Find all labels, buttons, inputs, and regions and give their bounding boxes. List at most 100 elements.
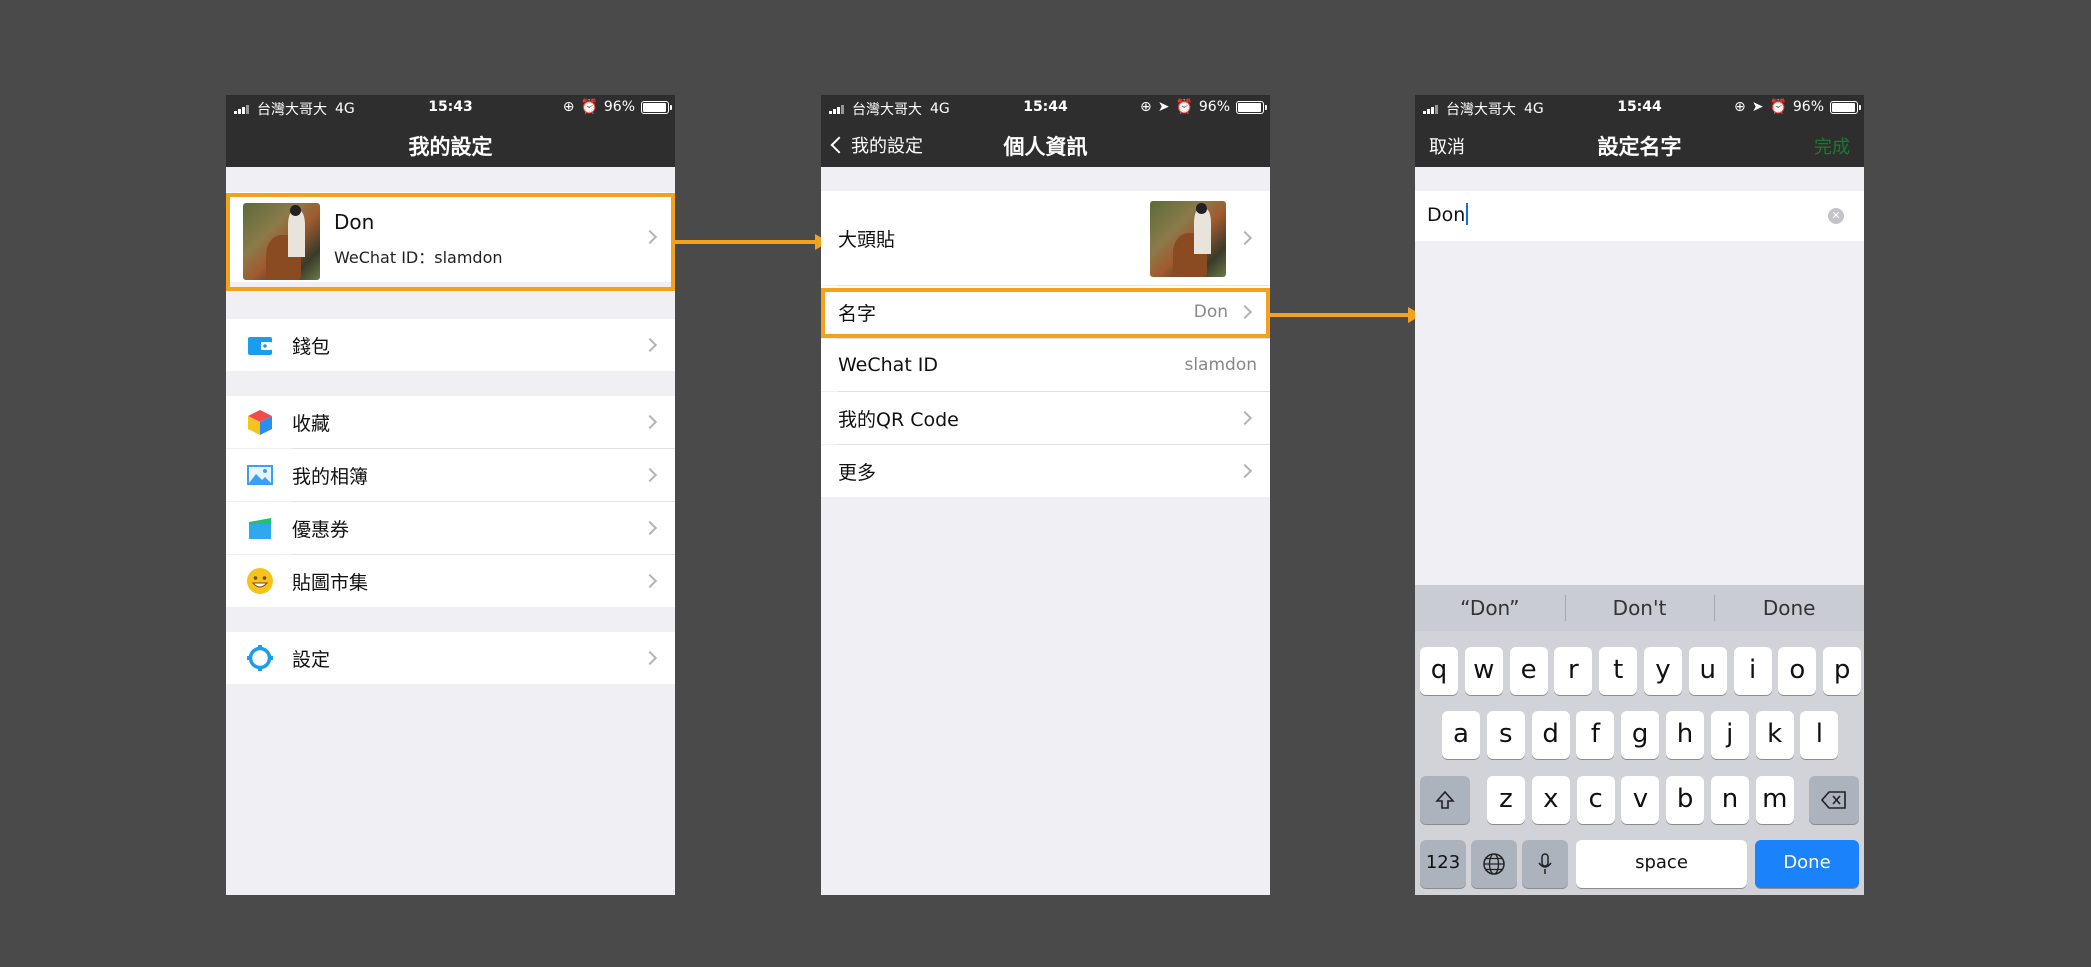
phone-screen-set-name: 台灣大哥大 4G 15:44 ⊕ ➤ ⏰ 96% 取消 設定名字 完成 Don … [1415, 95, 1864, 895]
key-letter[interactable]: a [1442, 711, 1480, 759]
done-nav-button[interactable]: 完成 [1814, 133, 1850, 159]
menu-item-coupons[interactable]: 優惠券 [226, 502, 675, 554]
row-wechat-id: WeChat ID slamdon [821, 339, 1270, 391]
key-letter[interactable]: o [1778, 647, 1817, 695]
phone-screen-personal-info: 台灣大哥大 4G 15:44 ⊕ ➤ ⏰ 96% 我的設定 個人資訊 大頭貼 名… [821, 95, 1270, 895]
key-letter[interactable]: x [1531, 776, 1570, 824]
key-letter[interactable]: m [1755, 776, 1794, 824]
flow-arrow [675, 234, 829, 250]
menu-item-label: 我的相簿 [292, 465, 369, 488]
chevron-right-icon [1237, 230, 1253, 246]
key-letter[interactable]: q [1420, 647, 1458, 695]
space-key[interactable]: space [1576, 840, 1747, 888]
row-qr-code[interactable]: 我的QR Code [821, 392, 1270, 444]
chevron-right-icon [1237, 410, 1253, 426]
battery-percent: 96% [1792, 99, 1824, 115]
key-letter[interactable]: i [1733, 647, 1772, 695]
row-label: 更多 [838, 461, 877, 484]
nav-bar: 取消 設定名字 完成 [1415, 119, 1864, 167]
key-letter[interactable]: k [1755, 711, 1794, 759]
location-arrow-icon: ➤ [1751, 99, 1764, 115]
key-letter[interactable]: p [1823, 647, 1862, 695]
nav-bar: 我的設定 [226, 119, 675, 167]
menu-item-favorites[interactable]: 收藏 [226, 396, 675, 448]
menu-item-label: 收藏 [292, 412, 331, 435]
chevron-right-icon [642, 337, 658, 353]
favorites-cube-icon [248, 410, 272, 435]
key-letter[interactable]: w [1464, 647, 1503, 695]
menu-item-album[interactable]: 我的相簿 [226, 449, 675, 501]
profile-row[interactable]: Don WeChat ID：slamdon [226, 192, 675, 282]
status-bar: 台灣大哥大 4G 15:44 ⊕ ➤ ⏰ 96% [821, 95, 1270, 119]
chevron-right-icon [642, 229, 658, 245]
key-letter[interactable]: f [1576, 711, 1615, 759]
name-input[interactable]: Don ✕ [1415, 191, 1864, 241]
key-letter[interactable]: v [1621, 776, 1660, 824]
backspace-key[interactable] [1809, 776, 1859, 824]
rotation-lock-icon: ⊕ [562, 99, 575, 115]
row-profile-photo[interactable]: 大頭貼 [821, 191, 1270, 285]
key-letter[interactable]: j [1710, 711, 1749, 759]
alarm-icon: ⏰ [1769, 99, 1787, 115]
ios-keyboard: “Don” Don't Done qwertyuiop asdfghjkl zxcv… [1415, 585, 1864, 895]
text-cursor [1466, 203, 1469, 225]
suggestion-item[interactable]: “Don” [1415, 585, 1565, 631]
row-value: Don [1193, 302, 1228, 322]
suggestion-item[interactable]: Don't [1564, 585, 1715, 631]
row-label: 大頭貼 [838, 228, 896, 251]
settings-gear-icon [247, 645, 273, 671]
menu-item-label: 貼圖市集 [292, 571, 369, 594]
flow-arrow [1270, 307, 1422, 323]
chevron-right-icon [642, 650, 658, 666]
key-letter[interactable]: b [1666, 776, 1705, 824]
key-letter[interactable]: s [1486, 711, 1525, 759]
page-title: 我的設定 [408, 135, 493, 159]
name-input-value: Don [1427, 204, 1466, 226]
key-letter[interactable]: g [1621, 711, 1660, 759]
shift-key[interactable] [1420, 776, 1470, 824]
status-bar: 台灣大哥大 4G 15:43 ⊕ ⏰ 96% [226, 95, 675, 119]
key-letter[interactable]: t [1599, 647, 1638, 695]
battery-icon [641, 100, 672, 114]
battery-percent: 96% [603, 99, 635, 115]
key-letter[interactable]: u [1688, 647, 1727, 695]
coupon-icon [249, 518, 271, 539]
chevron-right-icon [642, 573, 658, 589]
key-letter[interactable]: h [1666, 711, 1704, 759]
done-key[interactable]: Done [1755, 840, 1859, 888]
menu-item-settings[interactable]: 設定 [226, 632, 675, 684]
page-title: 個人資訊 [1003, 135, 1088, 159]
key-letter[interactable]: z [1487, 776, 1525, 824]
phone-screen-my-settings: 台灣大哥大 4G 15:43 ⊕ ⏰ 96% 我的設定 Don WeChat I… [226, 95, 675, 895]
menu-item-wallet[interactable]: 錢包 [226, 319, 675, 371]
key-letter[interactable]: e [1509, 647, 1548, 695]
menu-item-label: 設定 [292, 648, 331, 671]
key-letter[interactable]: d [1531, 711, 1570, 759]
globe-key[interactable] [1471, 840, 1517, 888]
row-label: WeChat ID [838, 354, 939, 376]
microphone-icon [1538, 853, 1552, 874]
key-letter[interactable]: n [1711, 776, 1749, 824]
rotation-lock-icon: ⊕ [1139, 99, 1152, 115]
battery-icon [1236, 100, 1267, 114]
sticker-smiley-icon [247, 568, 273, 594]
row-label: 我的QR Code [838, 408, 959, 431]
clear-text-icon[interactable]: ✕ [1828, 208, 1844, 224]
row-value: slamdon [1184, 355, 1257, 375]
row-label: 名字 [838, 302, 877, 325]
row-more[interactable]: 更多 [821, 445, 1270, 497]
key-letter[interactable]: c [1576, 776, 1615, 824]
key-letter[interactable]: y [1644, 647, 1682, 695]
battery-icon [1830, 100, 1861, 114]
wallet-icon [248, 337, 272, 355]
shift-arrow-icon [1435, 790, 1455, 809]
suggestion-item[interactable]: Done [1714, 585, 1864, 631]
numbers-key[interactable]: 123 [1420, 840, 1466, 888]
menu-item-stickers[interactable]: 貼圖市集 [226, 555, 675, 607]
key-letter[interactable]: l [1800, 711, 1839, 759]
dictation-key[interactable] [1522, 840, 1568, 888]
key-letter[interactable]: r [1554, 647, 1593, 695]
row-name[interactable]: 名字 Don [821, 286, 1270, 338]
alarm-icon: ⏰ [580, 99, 598, 115]
status-bar: 台灣大哥大 4G 15:44 ⊕ ➤ ⏰ 96% [1415, 95, 1864, 119]
